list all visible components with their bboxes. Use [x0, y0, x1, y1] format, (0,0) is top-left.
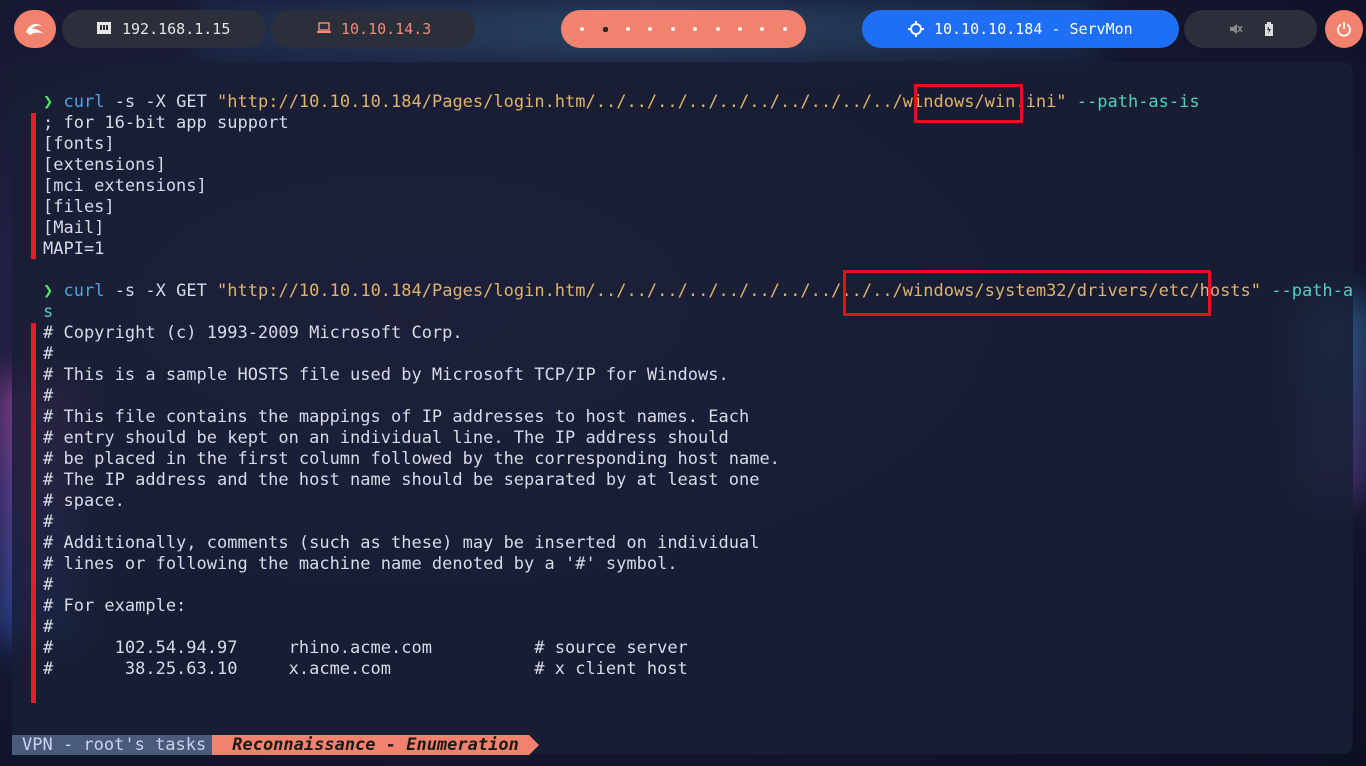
workspace-dot[interactable]	[760, 27, 765, 31]
workspace-switcher[interactable]	[561, 10, 806, 48]
output-marker-bar	[31, 113, 36, 259]
top-bar: 192.168.1.15 10.10.14.3 10.10.10.184 - S…	[0, 0, 1366, 60]
output-line: # entry should be kept on an individual …	[43, 428, 729, 448]
workspace-dot[interactable]	[715, 27, 720, 31]
target-widget[interactable]: 10.10.10.184 - ServMon	[862, 10, 1179, 48]
vpn-ip: 10.10.14.3	[341, 20, 432, 38]
battery-icon	[1264, 22, 1273, 36]
output-line: MAPI=1	[43, 239, 105, 259]
menu-button[interactable]	[14, 10, 56, 48]
local-ip: 192.168.1.15	[122, 20, 231, 38]
highlight-box	[843, 270, 1211, 316]
output-line: ; for 16-bit app support	[43, 113, 289, 133]
output-line: #	[43, 617, 54, 637]
output-line: # 102.54.94.97 rhino.acme.com # source s…	[43, 638, 688, 658]
output-line: [extensions]	[43, 155, 166, 175]
output-line: #	[43, 386, 54, 406]
vpn-ip-widget[interactable]: 10.10.14.3	[271, 10, 475, 48]
output-line: [files]	[43, 197, 115, 217]
output-line: # This file contains the mappings of IP …	[43, 407, 750, 427]
output-line: # Additionally, comments (such as these)…	[43, 533, 760, 553]
workspace-dot[interactable]	[737, 27, 742, 31]
power-button[interactable]	[1325, 10, 1363, 48]
output-line: [Mail]	[43, 218, 105, 238]
target-label: 10.10.10.184 - ServMon	[934, 20, 1133, 38]
tmux-session[interactable]: VPN - root's tasks	[12, 735, 223, 755]
status-widget[interactable]	[1184, 10, 1317, 48]
output-line: # 38.25.63.10 x.acme.com # x client host	[43, 659, 688, 679]
output-line: [fonts]	[43, 134, 115, 154]
output-line: # For example:	[43, 596, 187, 616]
command-line: ❯ curl -s -X GET "http://10.10.10.184/Pa…	[43, 92, 1333, 113]
local-ip-widget[interactable]: 192.168.1.15	[62, 10, 266, 48]
terminal-output: ❯ curl -s -X GET "http://10.10.10.184/Pa…	[43, 92, 1353, 701]
output-line: [mci extensions]	[43, 176, 207, 196]
workspace-dot[interactable]	[625, 27, 630, 31]
workspace-dot[interactable]	[670, 27, 675, 31]
terminal-window[interactable]: ❯ curl -s -X GET "http://10.10.10.184/Pa…	[12, 62, 1353, 754]
output-line: #	[43, 575, 54, 595]
tmux-status-bar: VPN - root's tasks Reconnaissance - Enum…	[12, 735, 539, 755]
highlight-box	[914, 84, 1023, 123]
command-option: --path-as-is	[1066, 92, 1200, 112]
tmux-window[interactable]: Reconnaissance - Enumeration	[212, 735, 539, 755]
command: curl	[63, 92, 105, 112]
workspace-dot[interactable]	[648, 27, 653, 31]
laptop-icon	[317, 22, 331, 33]
mute-icon	[1229, 24, 1243, 34]
command-flags: -s -X GET	[104, 92, 218, 112]
output-line: # be placed in the first column followed…	[43, 449, 780, 469]
prompt-arrow: ❯	[43, 281, 54, 301]
output-marker-bar	[31, 323, 36, 703]
command: curl	[63, 281, 105, 301]
command-flags: -s -X GET	[104, 281, 218, 301]
output-line: # Copyright (c) 1993-2009 Microsoft Corp…	[43, 323, 463, 343]
command-option: --path-as-i	[1271, 281, 1353, 301]
prompt-arrow: ❯	[43, 92, 54, 112]
output-line: # This is a sample HOSTS file used by Mi…	[43, 365, 729, 385]
power-icon	[1337, 22, 1351, 37]
workspace-dot[interactable]	[602, 26, 608, 32]
network-icon	[97, 22, 111, 34]
workspace-dot[interactable]	[693, 27, 698, 31]
output-line: # space.	[43, 491, 125, 511]
crosshair-icon	[908, 21, 924, 37]
kali-dragon-icon	[26, 24, 44, 35]
output-line: # The IP address and the host name shoul…	[43, 470, 760, 490]
output-line: # lines or following the machine name de…	[43, 554, 678, 574]
workspace-dot[interactable]	[782, 27, 787, 31]
output-line: #	[43, 512, 54, 532]
output-line: #	[43, 344, 54, 364]
workspace-dot[interactable]	[580, 27, 585, 31]
